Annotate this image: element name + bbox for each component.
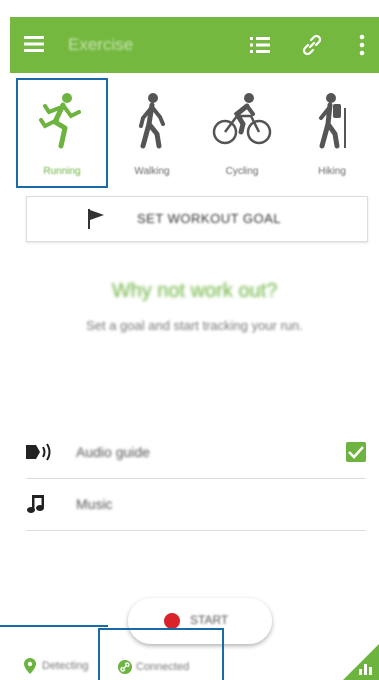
goal-label: SET WORKOUT GOAL <box>137 211 282 226</box>
list-icon[interactable] <box>250 35 272 55</box>
audio-guide-checkbox[interactable] <box>346 442 366 462</box>
audio-guide-icon <box>26 443 51 461</box>
status-bar: Detecting Connected <box>10 628 379 680</box>
hiking-icon <box>319 93 346 149</box>
activity-cycling[interactable]: Cycling <box>198 80 286 186</box>
location-pin-icon <box>24 658 36 674</box>
link-icon[interactable] <box>300 33 324 57</box>
activity-label: Cycling <box>225 166 259 177</box>
start-label: START <box>190 613 229 627</box>
audio-guide-row[interactable]: Audio guide <box>26 428 366 479</box>
app-bar: Exercise <box>10 17 379 73</box>
menu-icon[interactable] <box>24 34 46 54</box>
connection-status: Connected <box>136 661 190 673</box>
music-icon <box>27 495 44 513</box>
activity-label: Walking <box>134 166 170 177</box>
activity-label: Hiking <box>318 166 346 177</box>
music-row[interactable]: Music <box>26 480 366 531</box>
link-icon <box>118 660 132 674</box>
running-icon <box>39 93 81 149</box>
walking-icon <box>139 93 165 149</box>
activity-hiking[interactable]: Hiking <box>288 80 376 186</box>
activity-walking[interactable]: Walking <box>108 80 196 186</box>
location-status: Detecting <box>42 660 89 672</box>
phone-screen: Exercise Running Walking Cycling Hiking … <box>10 0 379 680</box>
cycling-icon <box>212 93 272 145</box>
audio-guide-label: Audio guide <box>76 444 150 460</box>
activity-selector: Running Walking Cycling Hiking <box>10 78 379 190</box>
empty-heading: Why not work out? <box>111 280 278 302</box>
more-icon[interactable] <box>358 33 366 57</box>
app-title: Exercise <box>68 35 134 54</box>
flag-icon <box>88 209 104 229</box>
activity-label: Running <box>43 166 81 177</box>
music-label: Music <box>76 496 113 512</box>
chart-icon <box>359 664 372 675</box>
set-workout-goal-button[interactable]: SET WORKOUT GOAL <box>26 196 368 242</box>
connection-callout: Connected <box>98 628 224 680</box>
record-icon <box>164 613 180 629</box>
check-icon <box>348 446 364 459</box>
empty-subtext: Set a goal and start tracking your run. <box>86 318 303 333</box>
activity-running[interactable]: Running <box>16 78 108 188</box>
